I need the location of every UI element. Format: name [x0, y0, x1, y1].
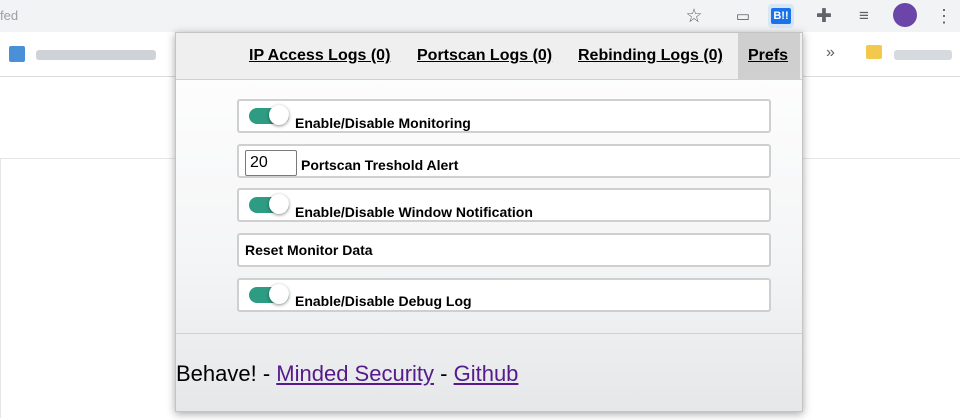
portscan-threshold-label: Portscan Treshold Alert [301, 157, 459, 173]
tab-rebinding-logs[interactable]: Rebinding Logs (0) [578, 47, 723, 65]
toggle-knob [269, 284, 289, 304]
footer-prefix: Behave! - [176, 361, 277, 386]
extension-b-icon[interactable]: B!! [768, 4, 794, 28]
more-vert-icon[interactable]: ⋮ [931, 4, 957, 28]
bookmark-folder-item[interactable] [894, 50, 952, 60]
puzzle-icon[interactable]: ✚ [811, 4, 837, 28]
browser-toolbar: fed ☆ ▭ B!! ✚ ≡ ⋮ [0, 0, 960, 32]
popup-footer: Behave! - Minded Security - Github [176, 361, 518, 387]
portscan-threshold-input[interactable] [245, 150, 297, 176]
media-queue-icon[interactable]: ≡ [851, 4, 877, 28]
tab-ip-access-logs[interactable]: IP Access Logs (0) [249, 47, 390, 65]
footer-divider [176, 333, 802, 334]
star-icon[interactable]: ☆ [681, 4, 707, 28]
popup-nav: IP Access Logs (0) Portscan Logs (0) Reb… [176, 33, 802, 80]
extension-badge-label: B!! [771, 8, 791, 24]
pref-row-monitoring: Enable/Disable Monitoring [237, 99, 771, 133]
debug-log-toggle[interactable] [249, 284, 289, 304]
bookmark-item[interactable] [36, 50, 156, 60]
window-notification-toggle[interactable] [249, 194, 289, 214]
bookmark-favicon-icon[interactable] [9, 46, 25, 62]
minded-security-link[interactable]: Minded Security [276, 361, 434, 386]
toggle-knob [269, 194, 289, 214]
tab-prefs[interactable]: Prefs [748, 47, 788, 65]
toggle-knob [269, 105, 289, 125]
pref-row-debug-log: Enable/Disable Debug Log [237, 278, 771, 312]
omnibox-text[interactable]: fed [0, 8, 18, 23]
avatar[interactable] [893, 3, 917, 27]
chevron-more-icon[interactable]: » [826, 44, 835, 62]
monitoring-label: Enable/Disable Monitoring [295, 115, 471, 131]
cast-icon[interactable]: ▭ [730, 4, 756, 28]
monitoring-toggle[interactable] [249, 105, 289, 125]
github-link[interactable]: Github [454, 361, 519, 386]
pref-row-portscan-threshold: Portscan Treshold Alert [237, 144, 771, 178]
page-divider-vertical [0, 158, 1, 418]
extension-popup: IP Access Logs (0) Portscan Logs (0) Reb… [175, 32, 803, 412]
reset-monitor-data-label: Reset Monitor Data [245, 242, 373, 258]
tab-portscan-logs[interactable]: Portscan Logs (0) [417, 47, 552, 65]
window-notification-label: Enable/Disable Window Notification [295, 204, 533, 220]
reset-monitor-data-button[interactable]: Reset Monitor Data [237, 233, 771, 267]
footer-separator: - [434, 361, 454, 386]
folder-icon[interactable] [866, 45, 882, 59]
pref-row-window-notification: Enable/Disable Window Notification [237, 188, 771, 222]
debug-log-label: Enable/Disable Debug Log [295, 293, 472, 309]
